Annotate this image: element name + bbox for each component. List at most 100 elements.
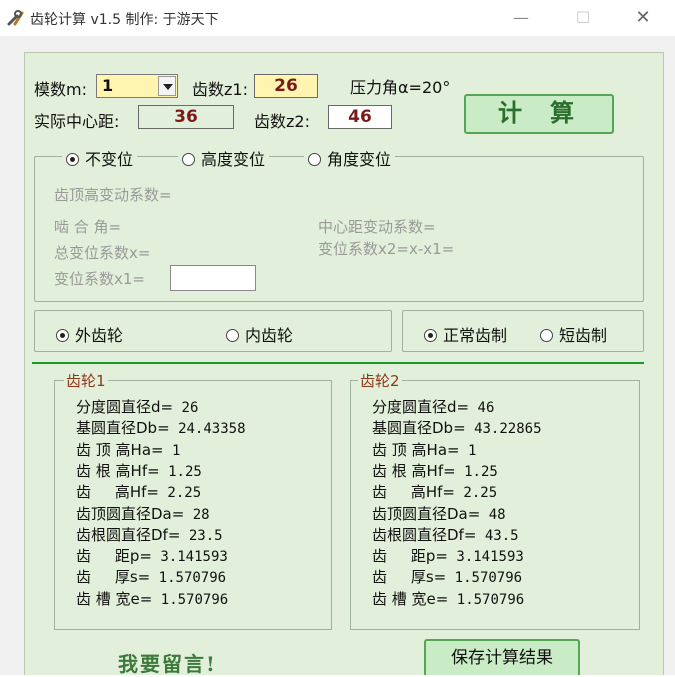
tools-icon	[7, 10, 24, 26]
module-select-value: 1	[102, 76, 114, 95]
pressure-angle-label: 压力角α=20°	[350, 78, 451, 97]
z1-label: 齿数z1:	[192, 80, 248, 99]
shift-option-angle[interactable]: 角度变位	[304, 146, 396, 170]
total-shift-label: 总变位系数x=	[54, 244, 151, 262]
gear1-line: 基圆直径Db= 24.43358	[76, 417, 246, 438]
shift-option-height[interactable]: 高度变位	[178, 146, 270, 170]
gear2-line-label: 齿顶圆直径Da=	[372, 504, 481, 523]
tooth-normal-label: 正常齿制	[443, 326, 508, 345]
gear2-line: 基圆直径Db= 43.22865	[372, 417, 542, 438]
tooth-normal[interactable]: 正常齿制	[424, 322, 507, 346]
gear-type-internal[interactable]: 内齿轮	[226, 322, 293, 346]
gear1-line-label: 齿根圆直径Df=	[76, 525, 181, 544]
mesh-angle-label: 啮 合 角=	[54, 218, 122, 236]
gear2-line: 齿 厚s= 1.570796	[372, 566, 522, 587]
gear2-line-value: 43.5	[476, 527, 519, 544]
gear2-line-label: 齿 厚s=	[372, 568, 447, 587]
gear2-line-label: 齿 顶 高Ha=	[372, 440, 460, 459]
center-distance-field[interactable]: 36	[138, 105, 234, 129]
gear1-line-value: 1.25	[159, 463, 202, 480]
title-bar: 齿轮计算 v1.5 制作: 于游天下 — ☐ ✕	[0, 0, 675, 36]
gear2-line: 齿 根 高Hf= 1.25	[372, 460, 498, 481]
addendum-coef-label: 齿顶高变动系数=	[54, 186, 172, 204]
shift-option-none[interactable]: 不变位	[62, 146, 138, 170]
radio-short-tooth[interactable]	[540, 329, 553, 342]
gear1-line: 齿 根 高Hf= 1.25	[76, 460, 202, 481]
radio-shift-none[interactable]	[66, 153, 79, 166]
gear2-line-value: 48	[480, 506, 506, 523]
gear1-line-label: 基圆直径Db=	[76, 419, 170, 438]
gear1-line: 齿 顶 高Ha= 1	[76, 439, 180, 460]
radio-shift-height[interactable]	[182, 153, 195, 166]
gear1-line-label: 齿顶圆直径Da=	[76, 504, 185, 523]
minimize-button[interactable]: —	[498, 6, 544, 30]
maximize-button[interactable]: ☐	[560, 6, 606, 30]
gear1-line-label: 齿 距p=	[76, 547, 152, 566]
gear1-line-value: 1	[163, 442, 181, 459]
shift-option-height-label: 高度变位	[201, 150, 266, 169]
calculate-button[interactable]: 计算	[464, 94, 614, 134]
gear1-line: 齿顶圆直径Da= 28	[76, 503, 210, 524]
gear2-line-label: 齿根圆直径Df=	[372, 525, 477, 544]
gear1-line-label: 齿 高Hf=	[76, 483, 159, 502]
radio-shift-angle[interactable]	[308, 153, 321, 166]
gear2-line-label: 基圆直径Db=	[372, 419, 466, 438]
gear1-line-label: 齿 根 高Hf=	[76, 461, 160, 480]
gear1-line-value: 1.570796	[152, 591, 229, 608]
shift-option-none-label: 不变位	[85, 150, 134, 169]
gear2-line-label: 分度圆直径d=	[372, 398, 470, 416]
gear2-line-value: 1	[459, 442, 477, 459]
gear1-line-value: 28	[184, 506, 210, 523]
gear1-line: 齿 距p= 3.141593	[76, 545, 228, 566]
gear2-title: 齿轮2	[358, 370, 402, 391]
gear2-line-label: 齿 槽 宽e=	[372, 589, 449, 608]
x2-formula-label: 变位系数x2=x-x1=	[318, 240, 455, 258]
gear1-line-value: 1.570796	[150, 570, 227, 587]
radio-normal-tooth[interactable]	[424, 329, 437, 342]
gear2-line: 齿 距p= 3.141593	[372, 545, 524, 566]
z1-input[interactable]: 26	[254, 74, 318, 98]
gear2-line: 齿 顶 高Ha= 1	[372, 439, 476, 460]
gear1-line: 齿根圆直径Df= 23.5	[76, 524, 223, 545]
gear1-line-value: 24.43358	[169, 421, 246, 438]
gear2-line-value: 1.25	[455, 463, 498, 480]
module-select[interactable]: 1	[96, 74, 178, 98]
gear2-line-value: 3.141593	[447, 549, 524, 566]
leave-message-link[interactable]: 我要留言!	[118, 648, 217, 677]
gear2-line: 齿根圆直径Df= 43.5	[372, 524, 519, 545]
gear-type-external[interactable]: 外齿轮	[56, 322, 123, 346]
gear1-line-label: 齿 顶 高Ha=	[76, 440, 164, 459]
gear2-line: 分度圆直径d= 46	[372, 396, 494, 417]
gear1-line-label: 齿 厚s=	[76, 568, 151, 587]
chevron-down-icon[interactable]	[158, 76, 176, 96]
gear2-line-label: 齿 高Hf=	[372, 483, 455, 502]
gear2-line: 齿 高Hf= 2.25	[372, 481, 497, 502]
gear2-line-value: 43.22865	[465, 421, 542, 438]
gear2-line-value: 1.570796	[446, 570, 523, 587]
z2-input[interactable]: 46	[328, 105, 392, 129]
z2-label: 齿数z2:	[254, 112, 310, 131]
tooth-short[interactable]: 短齿制	[540, 322, 607, 346]
save-results-button[interactable]: 保存计算结果	[424, 639, 580, 675]
radio-internal[interactable]	[226, 329, 239, 342]
window-title: 齿轮计算 v1.5 制作: 于游天下	[30, 12, 219, 28]
separator-line	[32, 362, 644, 364]
gear1-line-value: 23.5	[180, 527, 223, 544]
gear1-title: 齿轮1	[64, 370, 108, 391]
gear1-line-label: 齿 槽 宽e=	[76, 589, 153, 608]
x1-input[interactable]	[170, 265, 256, 291]
gear1-line: 齿 厚s= 1.570796	[76, 566, 226, 587]
x1-label: 变位系数x1=	[54, 270, 145, 288]
close-button[interactable]: ✕	[620, 6, 666, 30]
gear2-line: 齿顶圆直径Da= 48	[372, 503, 506, 524]
gear-type-external-label: 外齿轮	[75, 326, 124, 345]
center-distance-label: 实际中心距:	[34, 112, 120, 131]
gear2-line-label: 齿 距p=	[372, 547, 448, 566]
gear2-line-value: 1.570796	[448, 591, 525, 608]
gear2-line-value: 2.25	[454, 485, 498, 502]
gear-type-internal-label: 内齿轮	[245, 326, 294, 345]
radio-external[interactable]	[56, 329, 69, 342]
gear1-line-value: 26	[173, 400, 199, 416]
gear2-line: 齿 槽 宽e= 1.570796	[372, 588, 524, 609]
center-shift-coef-label: 中心距变动系数=	[318, 218, 436, 236]
